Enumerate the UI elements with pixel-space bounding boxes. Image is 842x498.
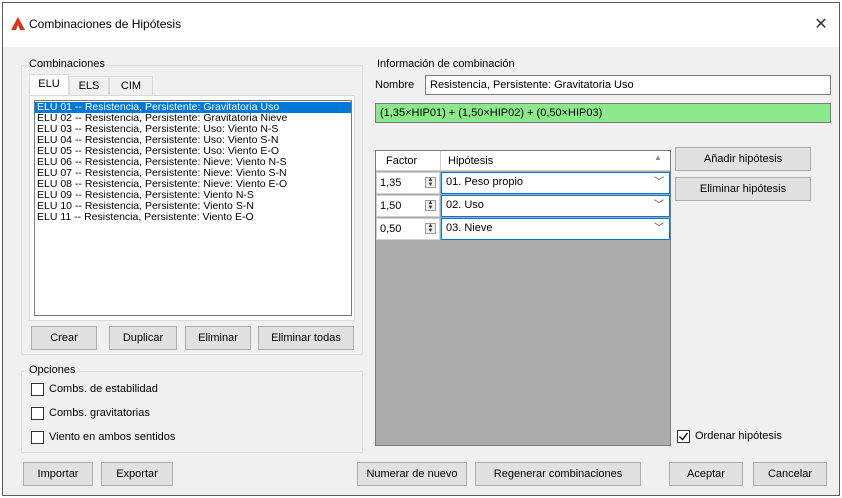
nombre-input[interactable]: Resistencia, Persistente: Gravitatoria U… bbox=[425, 75, 831, 95]
dialog-window: Combinaciones de Hipótesis ✕ Combinacion… bbox=[2, 2, 840, 496]
info-label: Información de combinación bbox=[375, 58, 517, 70]
combinations-list[interactable]: ELU 01 -- Resistencia, Persistente: Grav… bbox=[34, 100, 352, 316]
factor-column-header[interactable]: Factor bbox=[386, 155, 417, 167]
importar-button[interactable]: Importar bbox=[23, 462, 93, 486]
hipotesis-value: 01. Peso propio bbox=[446, 176, 524, 188]
hipotesis-value: 02. Uso bbox=[446, 199, 484, 211]
factor-value: 1,35 bbox=[380, 177, 402, 189]
gravitatorias-label: Combs. gravitatorias bbox=[49, 407, 150, 419]
hipotesis-grid[interactable]: Factor Hipótesis ▲ 1,35 ▲ ▼ 01. Peso prop… bbox=[375, 150, 671, 446]
tab-els[interactable]: ELS bbox=[69, 76, 109, 96]
factor-value: 0,50 bbox=[380, 223, 402, 235]
opciones-label: Opciones bbox=[27, 364, 78, 376]
tab-cim[interactable]: CIM bbox=[109, 76, 153, 96]
spinner-icon[interactable]: ▲ ▼ bbox=[425, 223, 436, 234]
spinner-icon[interactable]: ▲ ▼ bbox=[425, 200, 436, 211]
factor-cell[interactable]: 0,50 ▲ ▼ bbox=[376, 218, 440, 240]
ordenar-checkbox[interactable] bbox=[677, 430, 690, 443]
exportar-button[interactable]: Exportar bbox=[101, 462, 173, 486]
aceptar-button[interactable]: Aceptar bbox=[669, 462, 743, 486]
viento-ambos-checkbox[interactable] bbox=[31, 431, 44, 444]
title-bar[interactable]: Combinaciones de Hipótesis ✕ bbox=[3, 3, 839, 47]
nombre-label: Nombre bbox=[375, 79, 415, 91]
window-title: Combinaciones de Hipótesis bbox=[29, 17, 182, 31]
anadir-hipotesis-button[interactable]: Añadir hipótesis bbox=[675, 147, 811, 171]
spinner-icon[interactable]: ▲ ▼ bbox=[425, 177, 436, 188]
grid-header: Factor Hipótesis ▲ bbox=[376, 151, 670, 171]
estabilidad-label: Combs. de estabilidad bbox=[49, 383, 158, 395]
chevron-down-icon: ﹀ bbox=[654, 223, 664, 234]
eliminar-hipotesis-button[interactable]: Eliminar hipótesis bbox=[675, 177, 811, 201]
hipotesis-column-header[interactable]: Hipótesis bbox=[448, 155, 493, 167]
combinaciones-label: Combinaciones bbox=[27, 58, 107, 70]
eliminar-button[interactable]: Eliminar bbox=[185, 326, 251, 350]
hipotesis-value: 03. Nieve bbox=[446, 222, 493, 234]
factor-cell[interactable]: 1,50 ▲ ▼ bbox=[376, 195, 440, 217]
tab-elu[interactable]: ELU bbox=[29, 74, 69, 96]
hipotesis-dropdown[interactable]: 02. Uso ﹀ bbox=[441, 195, 670, 217]
numerar-button[interactable]: Numerar de nuevo bbox=[357, 462, 467, 486]
crear-button[interactable]: Crear bbox=[31, 326, 97, 350]
hipotesis-dropdown[interactable]: 03. Nieve ﹀ bbox=[441, 218, 670, 240]
sort-up-icon: ▲ bbox=[654, 153, 662, 162]
regenerar-button[interactable]: Regenerar combinaciones bbox=[475, 462, 641, 486]
close-icon[interactable]: ✕ bbox=[809, 13, 833, 37]
list-item[interactable]: ELU 11 -- Resistencia, Persistente: Vien… bbox=[35, 212, 351, 223]
formula-display: (1,35×HIP01) + (1,50×HIP02) + (0,50×HIP0… bbox=[375, 103, 831, 123]
gravitatorias-checkbox[interactable] bbox=[31, 407, 44, 420]
cancelar-button[interactable]: Cancelar bbox=[753, 462, 827, 486]
factor-cell[interactable]: 1,35 ▲ ▼ bbox=[376, 172, 440, 194]
column-divider bbox=[440, 151, 441, 171]
app-logo-icon bbox=[11, 17, 25, 30]
hipotesis-dropdown[interactable]: 01. Peso propio ﹀ bbox=[441, 172, 670, 194]
factor-value: 1,50 bbox=[380, 200, 402, 212]
duplicar-button[interactable]: Duplicar bbox=[109, 326, 177, 350]
chevron-down-icon: ﹀ bbox=[654, 200, 664, 211]
viento-ambos-label: Viento en ambos sentidos bbox=[49, 431, 176, 443]
tab-panel-elu: ELU 01 -- Resistencia, Persistente: Grav… bbox=[29, 95, 355, 321]
checkmark-icon bbox=[679, 432, 689, 441]
eliminar-todas-button[interactable]: Eliminar todas bbox=[258, 326, 354, 350]
ordenar-label: Ordenar hipótesis bbox=[695, 430, 782, 442]
estabilidad-checkbox[interactable] bbox=[31, 383, 44, 396]
chevron-down-icon: ﹀ bbox=[654, 177, 664, 188]
